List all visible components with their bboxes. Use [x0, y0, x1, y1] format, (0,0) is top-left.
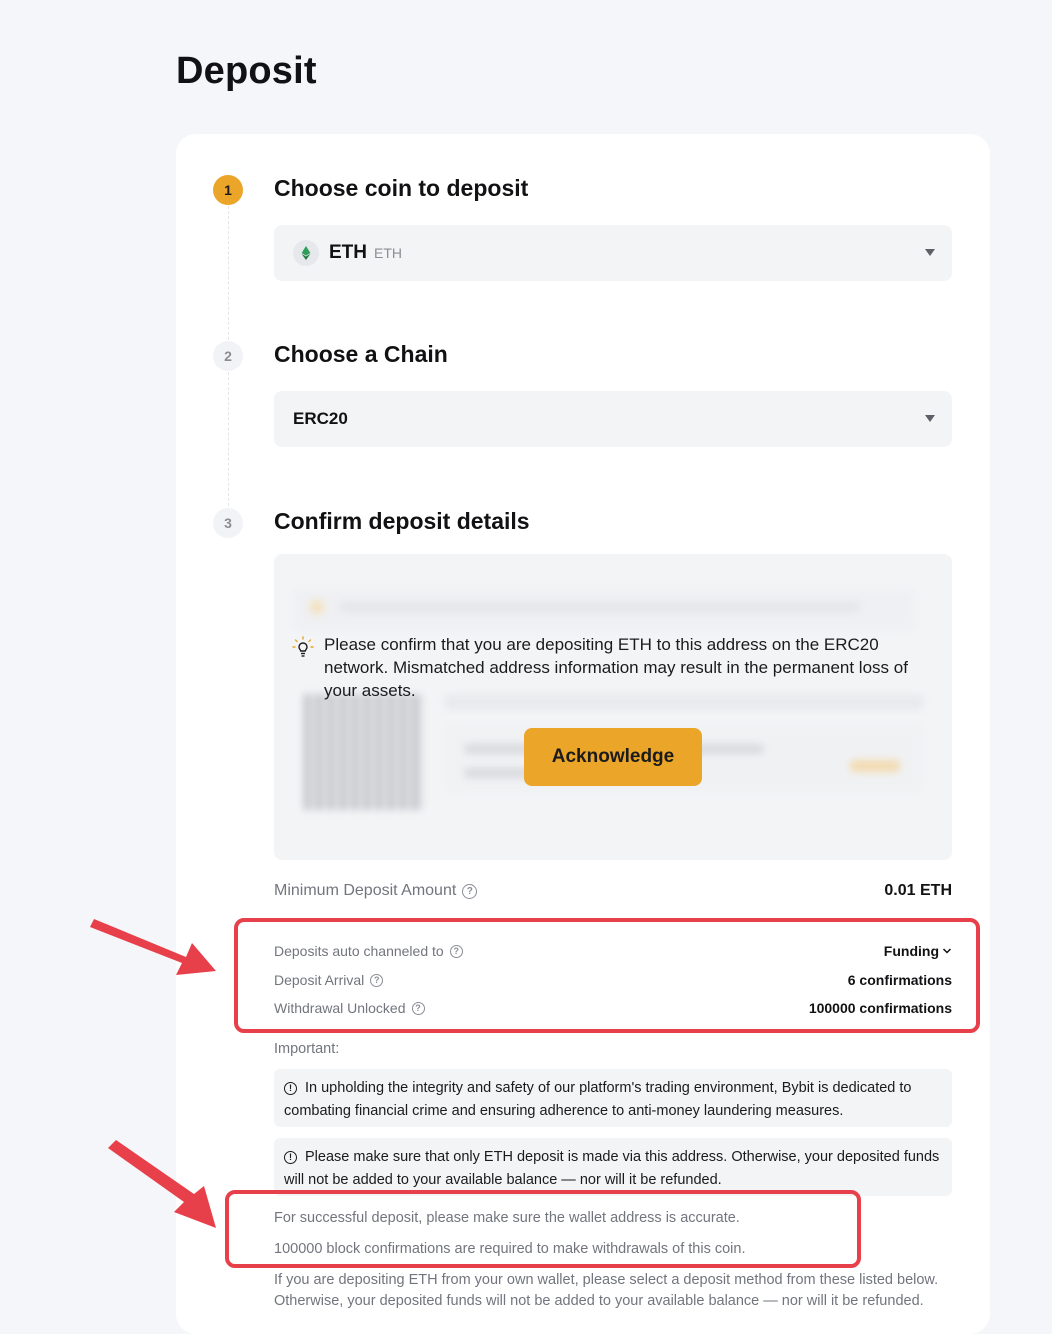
important-line: Otherwise, your deposited funds will not… — [274, 1293, 924, 1309]
confirm-notice-text: Please confirm that you are depositing E… — [324, 635, 908, 700]
help-icon[interactable]: ? — [462, 883, 478, 899]
min-deposit-value: 0.01 ETH — [884, 882, 952, 899]
step-3-badge: 3 — [213, 508, 243, 538]
chain-value: ERC20 — [293, 409, 348, 428]
step-connector — [228, 206, 229, 340]
info-notice: ! Please make sure that only ETH deposit … — [274, 1138, 952, 1196]
info-icon: ! — [284, 1151, 297, 1164]
coin-name: ETH — [374, 245, 402, 261]
step-connector — [228, 372, 229, 506]
step-2-title: Choose a Chain — [274, 341, 448, 367]
chevron-down-icon — [925, 415, 935, 422]
deposit-address-panel: Please confirm that you are depositing E… — [274, 554, 952, 860]
annotation-arrow-icon — [90, 919, 216, 975]
min-deposit-label: Minimum Deposit Amount ? — [274, 882, 478, 900]
important-line: If you are depositing ETH from your own … — [274, 1272, 939, 1288]
acknowledge-button[interactable]: Acknowledge — [524, 728, 702, 786]
step-1-badge: 1 — [213, 175, 243, 205]
info-notice: ! In upholding the integrity and safety o… — [274, 1069, 952, 1127]
annotation-highlight-box — [234, 918, 980, 1033]
important-label: Important: — [274, 1041, 340, 1057]
step-3-title: Confirm deposit details — [274, 508, 530, 534]
step-2-badge: 2 — [213, 341, 243, 371]
coin-symbol: ETH — [329, 242, 367, 263]
annotation-arrow-icon — [108, 1140, 216, 1228]
chevron-down-icon — [925, 249, 935, 256]
step-1-title: Choose coin to deposit — [274, 175, 529, 201]
annotation-highlight-box — [225, 1190, 861, 1268]
coin-select[interactable]: ETH ETH — [274, 225, 952, 281]
page-title: Deposit — [176, 50, 317, 92]
blurred-address-content — [274, 554, 952, 860]
chain-select[interactable]: ERC20 — [274, 391, 952, 447]
ethereum-icon — [293, 240, 319, 266]
info-icon: ! — [284, 1082, 297, 1095]
lightbulb-icon — [292, 636, 314, 663]
